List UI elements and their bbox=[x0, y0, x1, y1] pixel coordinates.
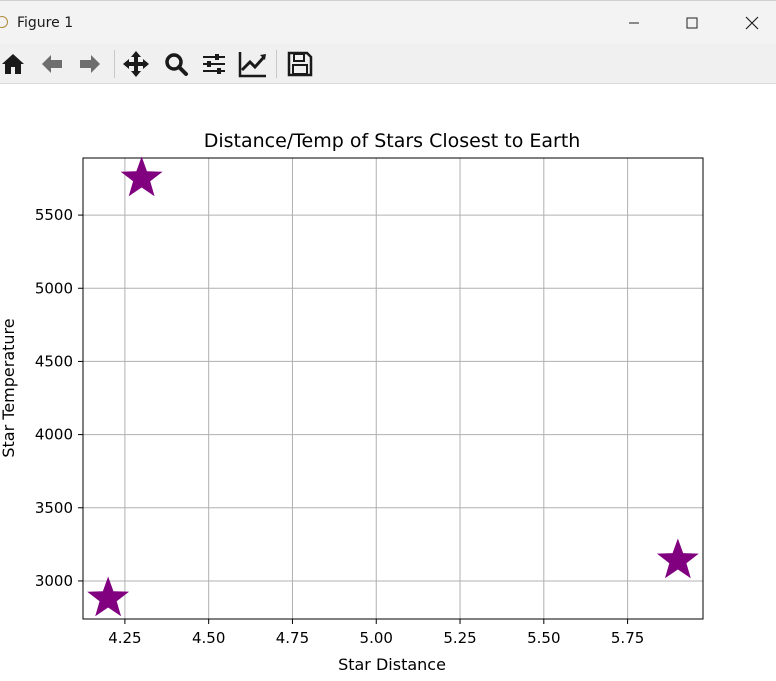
edit-axis-icon bbox=[238, 52, 266, 78]
edit-axis-button[interactable] bbox=[237, 48, 269, 80]
forward-button[interactable] bbox=[74, 48, 106, 80]
minimize-icon bbox=[629, 22, 639, 24]
matplotlib-icon bbox=[0, 16, 8, 28]
figure-canvas: 4.25 4.50 4.75 5.00 5.25 5.50 5.75 3000 3500 400… bbox=[0, 84, 776, 677]
y-tick-label: 5500 bbox=[35, 206, 73, 224]
toolbar-separator bbox=[114, 50, 115, 78]
navigation-toolbar bbox=[0, 44, 776, 84]
back-button[interactable] bbox=[36, 48, 68, 80]
y-tick-label: 4500 bbox=[35, 352, 73, 370]
x-tick-label: 5.50 bbox=[527, 629, 560, 647]
x-tick-label: 4.50 bbox=[192, 629, 225, 647]
y-tick-label: 4000 bbox=[35, 426, 73, 444]
x-axis-label: Star Distance bbox=[338, 655, 446, 674]
plot-area-frame bbox=[82, 157, 704, 620]
save-button[interactable] bbox=[284, 48, 316, 80]
zoom-icon bbox=[165, 53, 188, 76]
data-points bbox=[87, 156, 699, 617]
y-tick-label: 3000 bbox=[35, 572, 73, 590]
x-tick-label: 4.75 bbox=[276, 629, 309, 647]
close-icon bbox=[745, 16, 759, 30]
y-tick-label: 3500 bbox=[35, 499, 73, 517]
configure-subplots-icon bbox=[203, 54, 225, 74]
x-tick-label: 5.00 bbox=[360, 629, 393, 647]
star-marker bbox=[656, 538, 699, 579]
y-axis: 3000 3500 4000 4500 5000 5500 bbox=[35, 206, 83, 590]
home-button[interactable] bbox=[0, 48, 29, 80]
chart-title: Distance/Temp of Stars Closest to Earth bbox=[204, 130, 581, 152]
pan-button[interactable] bbox=[120, 48, 152, 80]
zoom-button[interactable] bbox=[160, 48, 192, 80]
forward-arrow-icon bbox=[80, 55, 100, 73]
home-icon bbox=[2, 54, 24, 74]
y-tick-label: 5000 bbox=[35, 279, 73, 297]
x-tick-label: 5.25 bbox=[443, 629, 476, 647]
pan-icon bbox=[123, 51, 149, 77]
title-bar: Figure 1 bbox=[0, 0, 776, 44]
maximize-button[interactable] bbox=[680, 11, 704, 35]
minimize-button[interactable] bbox=[622, 11, 646, 35]
configure-subplots-button[interactable] bbox=[198, 48, 230, 80]
x-axis: 4.25 4.50 4.75 5.00 5.25 5.50 5.75 bbox=[108, 619, 644, 647]
toolbar-separator bbox=[276, 50, 277, 78]
save-icon bbox=[287, 51, 313, 77]
close-button[interactable] bbox=[740, 11, 764, 35]
scatter-chart[interactable]: 4.25 4.50 4.75 5.00 5.25 5.50 5.75 3000 3500 400… bbox=[0, 84, 776, 677]
x-tick-label: 5.75 bbox=[611, 629, 644, 647]
star-marker bbox=[120, 156, 163, 197]
y-axis-label: Star Temperature bbox=[0, 318, 18, 457]
maximize-icon bbox=[686, 17, 698, 29]
star-marker bbox=[87, 576, 130, 617]
window-title: Figure 1 bbox=[17, 15, 74, 31]
grid bbox=[83, 158, 703, 619]
x-tick-label: 4.25 bbox=[108, 629, 141, 647]
back-arrow-icon bbox=[42, 55, 62, 73]
